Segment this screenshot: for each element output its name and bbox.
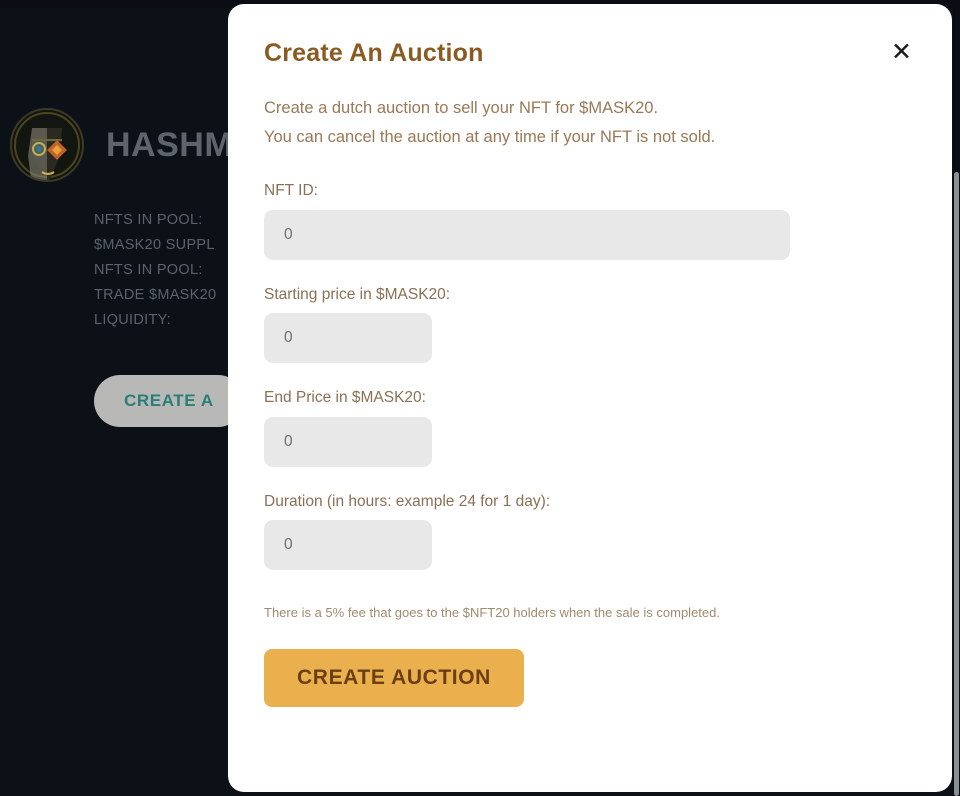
brand-row: HASHMA [10, 108, 258, 182]
create-auction-submit-button[interactable]: CREATE AUCTION [264, 648, 524, 707]
create-auction-modal: Create An Auction ✕ Create a dutch aucti… [228, 4, 952, 792]
nft-id-input[interactable] [264, 209, 790, 260]
modal-description-line-2: You can cancel the auction at any time i… [264, 128, 716, 146]
field-label-starting-price: Starting price in $MASK20: [264, 285, 451, 303]
field-end-price: End Price in $MASK20: [264, 389, 916, 467]
page-scrollbar[interactable] [953, 0, 960, 796]
modal-description-line-1: Create a dutch auction to sell your NFT … [264, 99, 659, 117]
field-duration: Duration (in hours: example 24 for 1 day… [264, 493, 916, 571]
end-price-input[interactable] [264, 416, 432, 467]
page-title: Create An Auction [264, 39, 484, 67]
mask-emblem-icon [10, 108, 84, 182]
starting-price-input[interactable] [264, 313, 432, 364]
field-nft-id: NFT ID: [264, 182, 916, 260]
field-label-nft-id: NFT ID: [264, 182, 318, 199]
modal-header: Create An Auction ✕ [264, 38, 916, 68]
app-root: HASHMA NFTS IN POOL: $MASK20 SUPPL NFTS … [0, 0, 960, 796]
field-starting-price: Starting price in $MASK20: [264, 286, 916, 364]
close-icon[interactable]: ✕ [887, 38, 916, 67]
duration-input[interactable] [264, 520, 432, 571]
field-label-end-price: End Price in $MASK20: [264, 389, 426, 407]
background-create-auction-button[interactable]: CREATE A [94, 375, 244, 427]
fee-note: There is a 5% fee that goes to the $NFT2… [264, 605, 720, 621]
field-label-duration: Duration (in hours: example 24 for 1 day… [264, 492, 551, 510]
page-scrollbar-thumb[interactable] [954, 172, 959, 796]
modal-description: Create a dutch auction to sell your NFT … [264, 94, 916, 152]
